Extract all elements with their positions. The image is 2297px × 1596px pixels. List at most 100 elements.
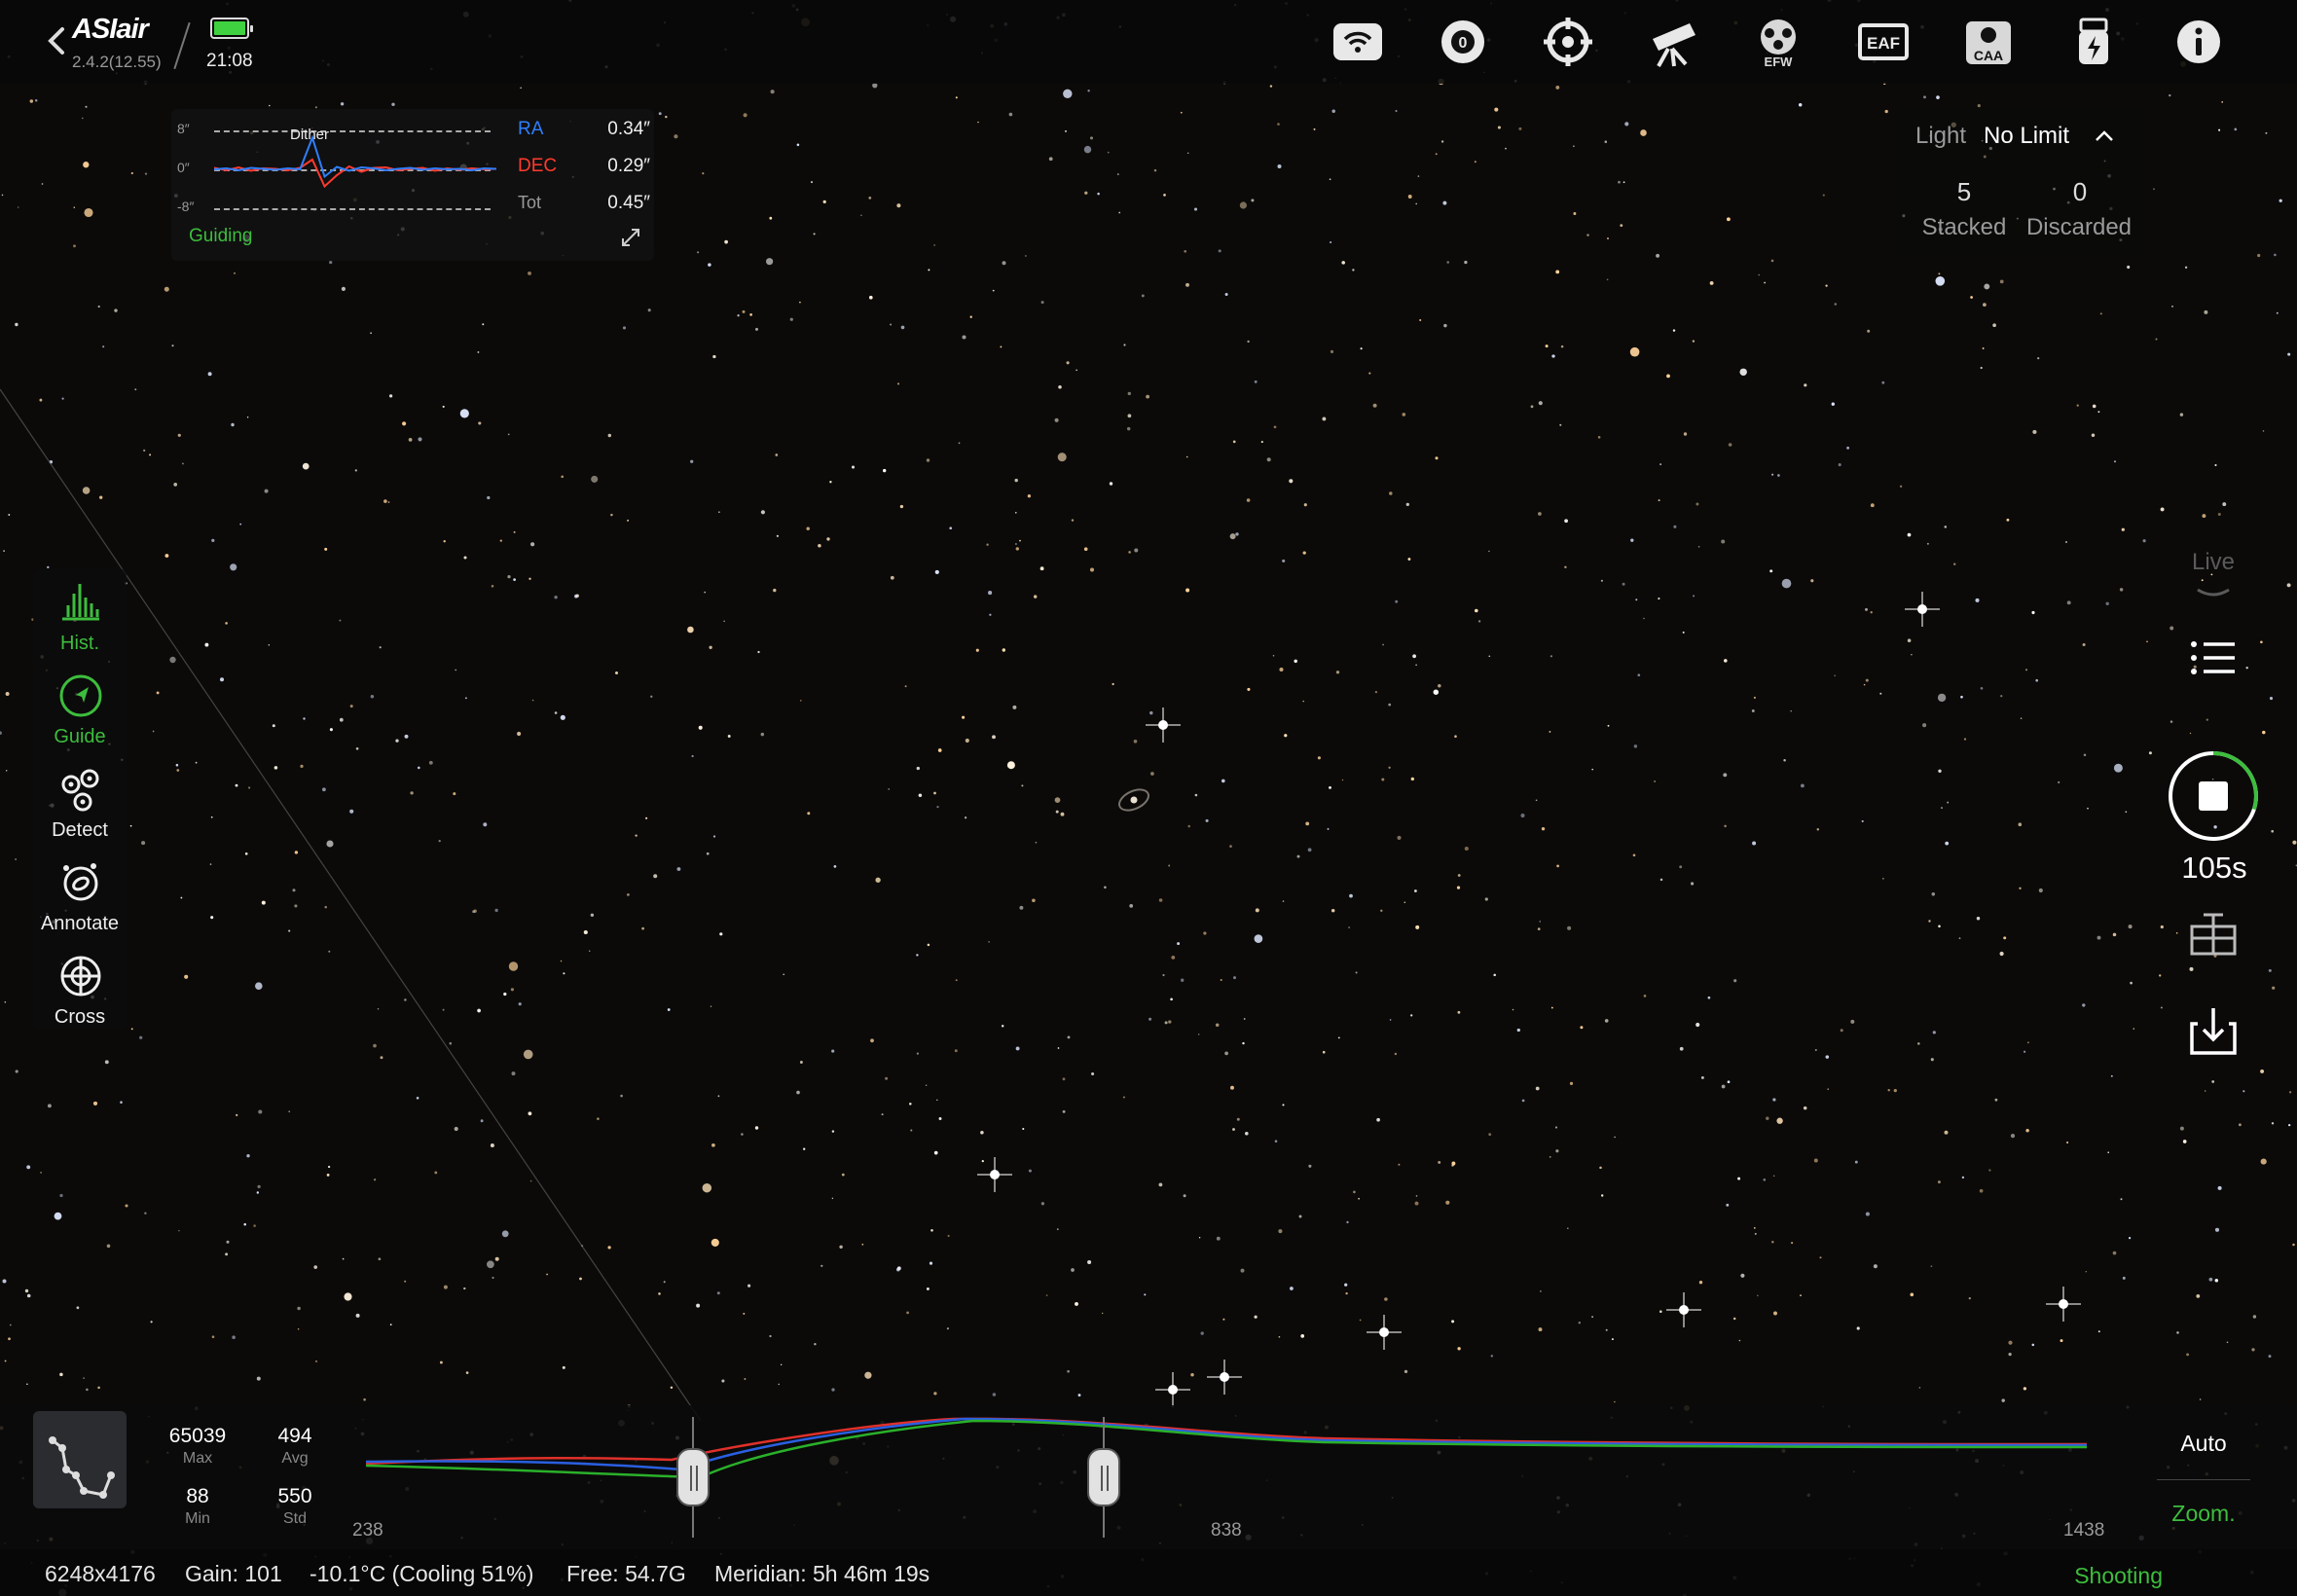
live-mode-toggle[interactable]: Live bbox=[2167, 549, 2260, 576]
star bbox=[2099, 312, 2102, 315]
star bbox=[303, 717, 306, 720]
star bbox=[554, 711, 558, 714]
star bbox=[916, 954, 919, 957]
frame-limit[interactable]: No Limit bbox=[1984, 123, 2069, 150]
star bbox=[324, 905, 327, 909]
star bbox=[1917, 1042, 1920, 1045]
star bbox=[2202, 514, 2206, 519]
star bbox=[395, 739, 399, 743]
star bbox=[2268, 968, 2272, 972]
star bbox=[349, 705, 353, 708]
tool-annotate-label: Annotate bbox=[40, 913, 120, 934]
star bbox=[1056, 1228, 1059, 1230]
tool-histogram[interactable]: Hist. bbox=[33, 574, 127, 664]
star bbox=[1193, 207, 1198, 211]
back-chevron-icon[interactable] bbox=[43, 21, 70, 60]
star bbox=[139, 1035, 143, 1039]
star bbox=[1442, 200, 1447, 205]
rotator-icon[interactable]: CAA bbox=[1962, 16, 2015, 68]
black-point-handle[interactable] bbox=[676, 1448, 710, 1506]
star bbox=[1873, 1264, 1878, 1269]
star bbox=[1112, 682, 1114, 686]
filter-wheel-icon[interactable]: EFW bbox=[1752, 16, 1805, 69]
star bbox=[1928, 920, 1931, 923]
star bbox=[687, 626, 694, 634]
star bbox=[328, 950, 331, 953]
star bbox=[1317, 756, 1321, 760]
star bbox=[1930, 1058, 1934, 1062]
constellation-thumbnail[interactable] bbox=[33, 1411, 127, 1508]
usb-storage-icon[interactable] bbox=[2067, 16, 2120, 68]
guiding-graph-panel[interactable]: 8″ 0″ -8″ Dither RA 0.34″ DEC 0.29″ Tot … bbox=[171, 109, 654, 261]
svg-text:0: 0 bbox=[1459, 35, 1468, 52]
star bbox=[2008, 1340, 2013, 1345]
tool-annotate[interactable]: Annotate bbox=[33, 854, 127, 944]
star bbox=[1834, 674, 1837, 677]
star bbox=[1057, 453, 1067, 462]
star bbox=[1019, 539, 1021, 542]
star bbox=[156, 691, 160, 695]
zoom-button[interactable]: Zoom. bbox=[2157, 1501, 2250, 1527]
star bbox=[1709, 280, 1714, 285]
star bbox=[1477, 620, 1481, 623]
chevron-up-icon[interactable] bbox=[2093, 125, 2116, 148]
star bbox=[255, 982, 263, 990]
star bbox=[925, 1084, 928, 1086]
star bbox=[965, 738, 969, 744]
expand-icon[interactable] bbox=[619, 226, 642, 249]
star bbox=[1992, 323, 1996, 328]
info-icon[interactable] bbox=[2172, 16, 2225, 68]
star bbox=[125, 1204, 128, 1208]
live-collapse-icon[interactable] bbox=[2194, 584, 2233, 603]
tool-crosshair-label: Cross bbox=[54, 1006, 106, 1028]
star bbox=[1415, 925, 1420, 929]
frame-type[interactable]: Light bbox=[1915, 123, 1966, 150]
stat-max-label: Max bbox=[182, 1450, 213, 1467]
star-detect-icon bbox=[61, 769, 99, 812]
star bbox=[1635, 598, 1638, 601]
star bbox=[868, 295, 873, 300]
star bbox=[482, 323, 485, 326]
star bbox=[1454, 735, 1457, 738]
white-point-handle[interactable] bbox=[1087, 1448, 1120, 1506]
star bbox=[1040, 1202, 1045, 1206]
star bbox=[1376, 1117, 1380, 1122]
stat-std-value: 550 bbox=[277, 1485, 312, 1507]
star bbox=[2292, 840, 2297, 845]
star bbox=[718, 511, 720, 513]
star bbox=[583, 929, 588, 935]
star bbox=[1405, 502, 1409, 507]
star bbox=[329, 728, 333, 732]
wifi-icon[interactable] bbox=[1331, 16, 1384, 68]
star bbox=[1766, 1116, 1769, 1120]
star bbox=[936, 1099, 938, 1102]
star bbox=[719, 932, 723, 936]
menu-list-icon[interactable] bbox=[2184, 629, 2242, 687]
star bbox=[1205, 818, 1209, 822]
focuser-icon[interactable]: EAF bbox=[1857, 16, 1910, 68]
download-icon[interactable] bbox=[2184, 1002, 2242, 1061]
star bbox=[1535, 1086, 1540, 1091]
plan-schedule-icon[interactable] bbox=[2184, 905, 2242, 963]
tool-guide[interactable]: Guide bbox=[33, 668, 127, 757]
camera-icon[interactable]: 0 bbox=[1437, 16, 1489, 68]
star bbox=[1763, 1178, 1767, 1181]
star bbox=[2242, 1090, 2245, 1093]
guide-y-label-bottom: -8″ bbox=[177, 199, 195, 214]
guide-compass-icon bbox=[59, 674, 102, 717]
telescope-icon[interactable] bbox=[1647, 16, 1699, 68]
star bbox=[1549, 730, 1551, 733]
star bbox=[992, 735, 996, 740]
tool-crosshair[interactable]: Cross bbox=[33, 948, 127, 1037]
efw-label: EFW bbox=[1765, 54, 1794, 68]
star bbox=[778, 1383, 781, 1386]
stop-capture-button[interactable] bbox=[2167, 749, 2260, 843]
star bbox=[314, 1360, 318, 1362]
star bbox=[1298, 1215, 1302, 1218]
star bbox=[149, 453, 152, 456]
auto-stretch-button[interactable]: Auto bbox=[2157, 1431, 2250, 1457]
tool-detect[interactable]: Detect bbox=[33, 761, 127, 851]
star bbox=[1395, 110, 1398, 112]
star bbox=[1260, 441, 1263, 444]
guide-scope-icon[interactable] bbox=[1542, 16, 1594, 68]
